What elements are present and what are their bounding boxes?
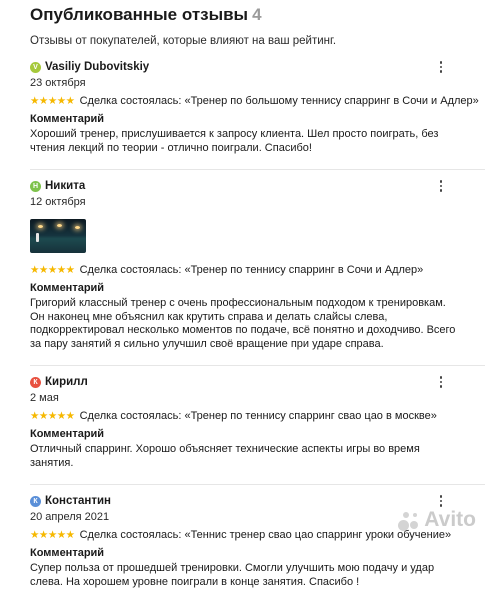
rating-stars-icon: ★★★★★ bbox=[30, 94, 75, 107]
review-item: К Кирилл 2 мая ★★★★★ Сделка состоялась: … bbox=[30, 375, 460, 470]
avatar[interactable]: К bbox=[30, 495, 41, 507]
comment-label: Комментарий bbox=[30, 113, 105, 125]
avito-watermark: Avito bbox=[398, 508, 476, 532]
review-date: 23 октября bbox=[30, 77, 86, 89]
avatar[interactable]: V bbox=[30, 61, 41, 73]
deal-line: ★★★★★ Сделка состоялась: «Тренер по тенн… bbox=[30, 408, 460, 423]
deal-text: Сделка состоялась: «Тренер по теннису сп… bbox=[79, 263, 424, 276]
comment-label: Комментарий bbox=[30, 282, 105, 294]
author-name[interactable]: Кирилл bbox=[45, 376, 88, 388]
divider bbox=[30, 484, 485, 485]
rating-stars-icon: ★★★★★ bbox=[30, 528, 75, 541]
review-photo-thumbnail[interactable] bbox=[30, 219, 86, 253]
review-date: 2 мая bbox=[30, 392, 59, 404]
comment-text: Хороший тренер, прислушивается к запросу… bbox=[30, 128, 439, 154]
comment-text: Отличный спарринг. Хорошо объясняет техн… bbox=[30, 443, 420, 469]
review-date: 20 апреля 2021 bbox=[30, 511, 110, 523]
author-name[interactable]: Vasiliy Dubovitskiy bbox=[45, 61, 149, 73]
more-options-icon[interactable] bbox=[436, 179, 446, 193]
review-header: V Vasiliy Dubovitskiy bbox=[30, 60, 460, 74]
review-date: 12 октября bbox=[30, 196, 86, 208]
review-header: Н Никита bbox=[30, 179, 460, 193]
divider bbox=[30, 365, 485, 366]
divider bbox=[30, 169, 485, 170]
watermark-text: Avito bbox=[424, 508, 476, 531]
title-text: Опубликованные отзывы bbox=[30, 5, 249, 24]
deal-line: ★★★★★ Сделка состоялась: «Тренер по тенн… bbox=[30, 262, 460, 277]
avatar[interactable]: К bbox=[30, 376, 41, 388]
more-options-icon[interactable] bbox=[436, 60, 446, 74]
review-header: К Константин bbox=[30, 494, 460, 508]
reviews-count: 4 bbox=[252, 5, 262, 24]
deal-text: Сделка состоялась: «Теннис тренер свао ц… bbox=[79, 528, 452, 541]
player-figure bbox=[36, 233, 39, 242]
deal-text: Сделка состоялась: «Тренер по большому т… bbox=[79, 94, 479, 107]
author-name[interactable]: Константин bbox=[45, 495, 111, 507]
rating-stars-icon: ★★★★★ bbox=[30, 263, 75, 276]
comment-text: Супер польза от прошедшей тренировки. См… bbox=[30, 562, 435, 588]
comment-label: Комментарий bbox=[30, 428, 105, 440]
review-item: V Vasiliy Dubovitskiy 23 октября ★★★★★ С… bbox=[30, 60, 479, 155]
page-title: Опубликованные отзывы 4 bbox=[30, 4, 460, 26]
review-item: Н Никита 12 октября ★★★★★ Сделка состоял… bbox=[30, 179, 460, 351]
reviews-page: Опубликованные отзывы 4 Отзывы от покупат… bbox=[0, 4, 485, 589]
avito-logo-icon bbox=[398, 509, 420, 531]
avatar[interactable]: Н bbox=[30, 180, 41, 192]
author-name[interactable]: Никита bbox=[45, 180, 85, 192]
rating-stars-icon: ★★★★★ bbox=[30, 409, 75, 422]
more-options-icon[interactable] bbox=[436, 494, 446, 508]
comment-text: Григорий классный тренер с очень професс… bbox=[30, 297, 456, 350]
deal-text: Сделка состоялась: «Тренер по теннису сп… bbox=[79, 409, 437, 422]
page-subtitle: Отзывы от покупателей, которые влияют на… bbox=[30, 35, 337, 47]
more-options-icon[interactable] bbox=[436, 375, 446, 389]
deal-line: ★★★★★ Сделка состоялась: «Тренер по боль… bbox=[30, 93, 479, 108]
review-item: К Константин 20 апреля 2021 ★★★★★ Сделка… bbox=[30, 494, 460, 589]
review-header: К Кирилл bbox=[30, 375, 460, 389]
comment-label: Комментарий bbox=[30, 547, 105, 559]
